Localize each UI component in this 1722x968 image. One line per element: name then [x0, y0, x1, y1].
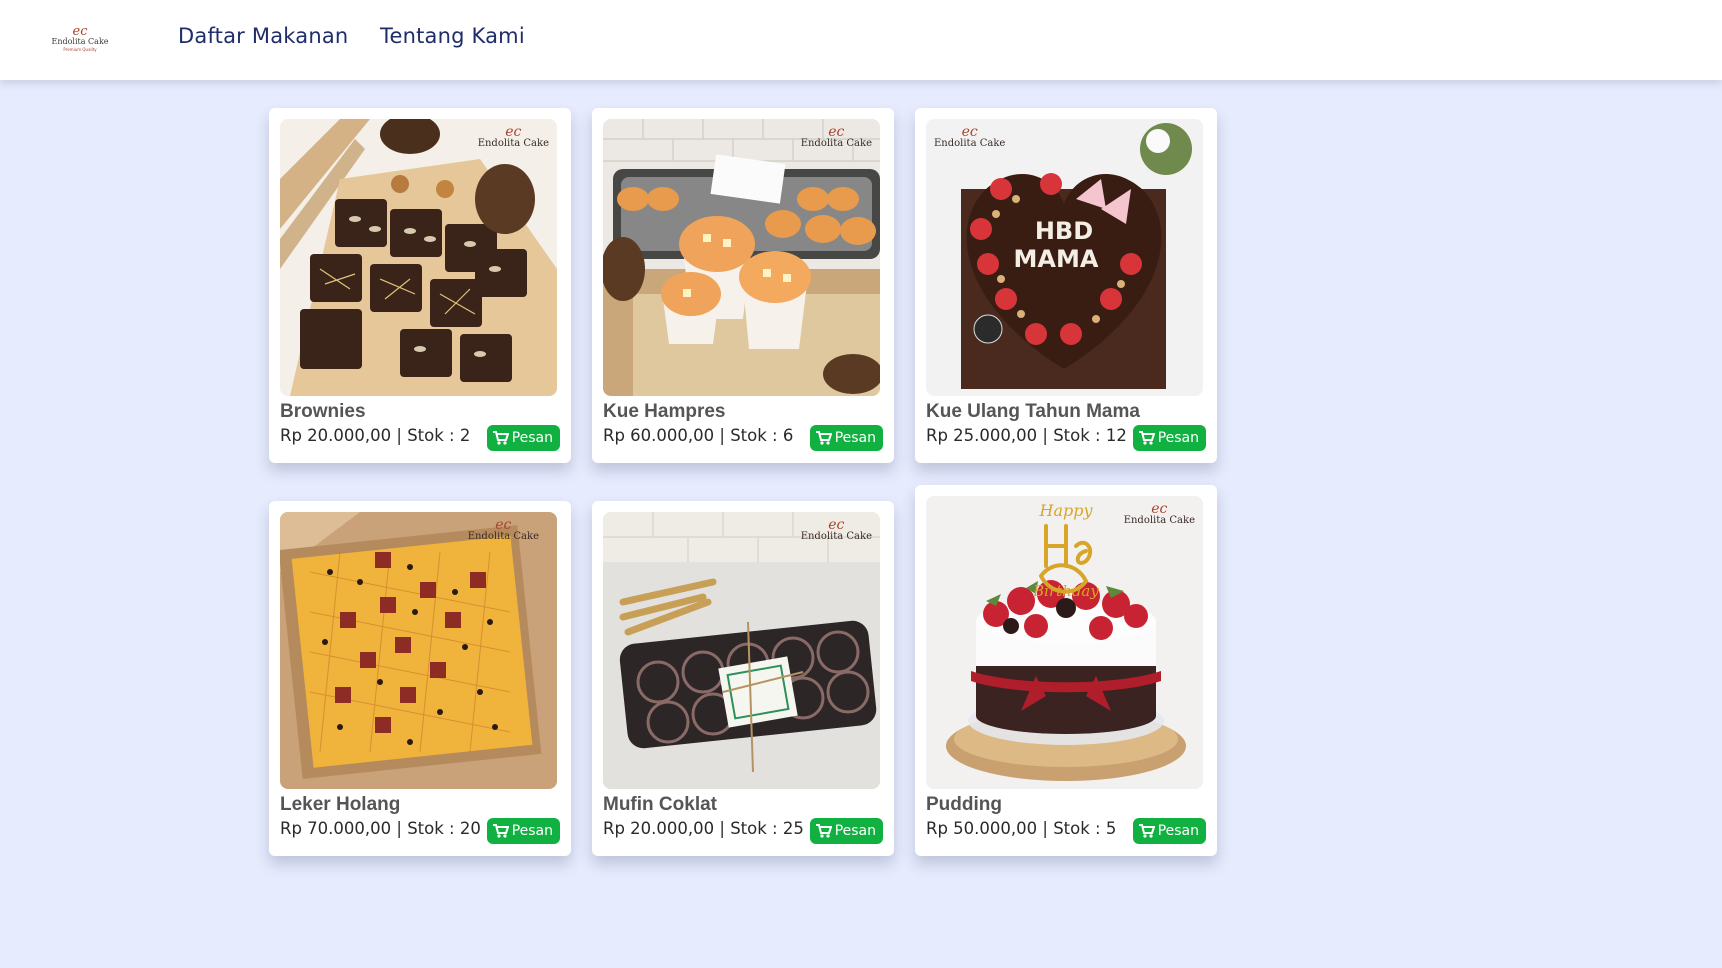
- logo-mark: ec: [72, 24, 88, 39]
- product-price-stock: Rp 20.000,00 | Stok : 2: [280, 426, 471, 445]
- product-card-kue-ulang-tahun-mama: HBD MAMA ec Endolita Cake Kue Ulang Tahun…: [915, 108, 1217, 463]
- product-name: Kue Ulang Tahun Mama: [926, 401, 1140, 422]
- photo-watermark: ec Endolita Cake: [800, 517, 872, 542]
- product-photo: ec Endolita Cake: [280, 512, 557, 789]
- order-button[interactable]: Pesan: [809, 425, 883, 451]
- photo-watermark: ec Endolita Cake: [477, 124, 549, 149]
- nav-tentang-kami[interactable]: Tentang Kami: [380, 24, 525, 48]
- product-photo: ec Endolita Cake: [603, 512, 880, 789]
- cart-icon: [1138, 431, 1155, 445]
- logo-name: Endolita Cake: [51, 37, 109, 46]
- order-button[interactable]: Pesan: [486, 818, 560, 844]
- order-button-label: Pesan: [511, 823, 553, 839]
- order-button[interactable]: Pesan: [809, 818, 883, 844]
- photo-watermark: ec Endolita Cake: [1123, 501, 1195, 526]
- product-photo: Happy Birthday ec Endolita Cake: [926, 496, 1203, 789]
- product-photo: ec Endolita Cake: [603, 119, 880, 396]
- brand-logo[interactable]: ec Endolita Cake Premium Quality: [51, 24, 109, 54]
- cart-icon: [1138, 824, 1155, 838]
- photo-watermark: ec Endolita Cake: [934, 124, 1006, 149]
- order-button[interactable]: Pesan: [1132, 818, 1206, 844]
- nav-daftar-makanan[interactable]: Daftar Makanan: [178, 24, 348, 48]
- photo-watermark: ec Endolita Cake: [467, 517, 539, 542]
- svg-text:Birthday: Birthday: [1032, 582, 1099, 600]
- product-card-leker-holang: ec Endolita Cake Leker Holang Rp 70.000,0…: [269, 501, 571, 856]
- cart-icon: [492, 824, 509, 838]
- product-card-mufin-coklat: ec Endolita Cake Mufin Coklat Rp 20.000,0…: [592, 501, 894, 856]
- cart-icon: [492, 431, 509, 445]
- order-button-label: Pesan: [511, 430, 553, 446]
- order-button-label: Pesan: [1157, 430, 1199, 446]
- order-button[interactable]: Pesan: [1132, 425, 1206, 451]
- cart-icon: [815, 431, 832, 445]
- product-name: Mufin Coklat: [603, 794, 717, 815]
- product-price-stock: Rp 25.000,00 | Stok : 12: [926, 426, 1127, 445]
- cart-icon: [815, 824, 832, 838]
- top-navbar: ec Endolita Cake Premium Quality Daftar …: [0, 0, 1722, 80]
- product-card-kue-hampres: ec Endolita Cake Kue Hampres Rp 60.000,00…: [592, 108, 894, 463]
- logo-tagline: Premium Quality: [63, 47, 97, 52]
- product-price-stock: Rp 60.000,00 | Stok : 6: [603, 426, 794, 445]
- svg-text:MAMA: MAMA: [1014, 245, 1099, 273]
- photo-watermark: ec Endolita Cake: [800, 124, 872, 149]
- product-name: Leker Holang: [280, 794, 401, 815]
- product-price-stock: Rp 50.000,00 | Stok : 5: [926, 819, 1117, 838]
- order-button-label: Pesan: [834, 430, 876, 446]
- product-card-brownies: ec Endolita Cake Brownies Rp 20.000,00 | …: [269, 108, 571, 463]
- order-button-label: Pesan: [834, 823, 876, 839]
- product-name: Pudding: [926, 794, 1002, 815]
- product-photo: ec Endolita Cake: [280, 119, 557, 396]
- product-card-pudding: Happy Birthday ec Endolita Cake Pudding R…: [915, 485, 1217, 856]
- svg-text:HBD: HBD: [1035, 217, 1093, 245]
- svg-text:Happy: Happy: [1038, 501, 1093, 520]
- product-photo: HBD MAMA ec Endolita Cake: [926, 119, 1203, 396]
- order-button[interactable]: Pesan: [486, 425, 560, 451]
- product-name: Brownies: [280, 401, 366, 422]
- product-name: Kue Hampres: [603, 401, 726, 422]
- product-price-stock: Rp 70.000,00 | Stok : 20: [280, 819, 481, 838]
- product-price-stock: Rp 20.000,00 | Stok : 25: [603, 819, 804, 838]
- order-button-label: Pesan: [1157, 823, 1199, 839]
